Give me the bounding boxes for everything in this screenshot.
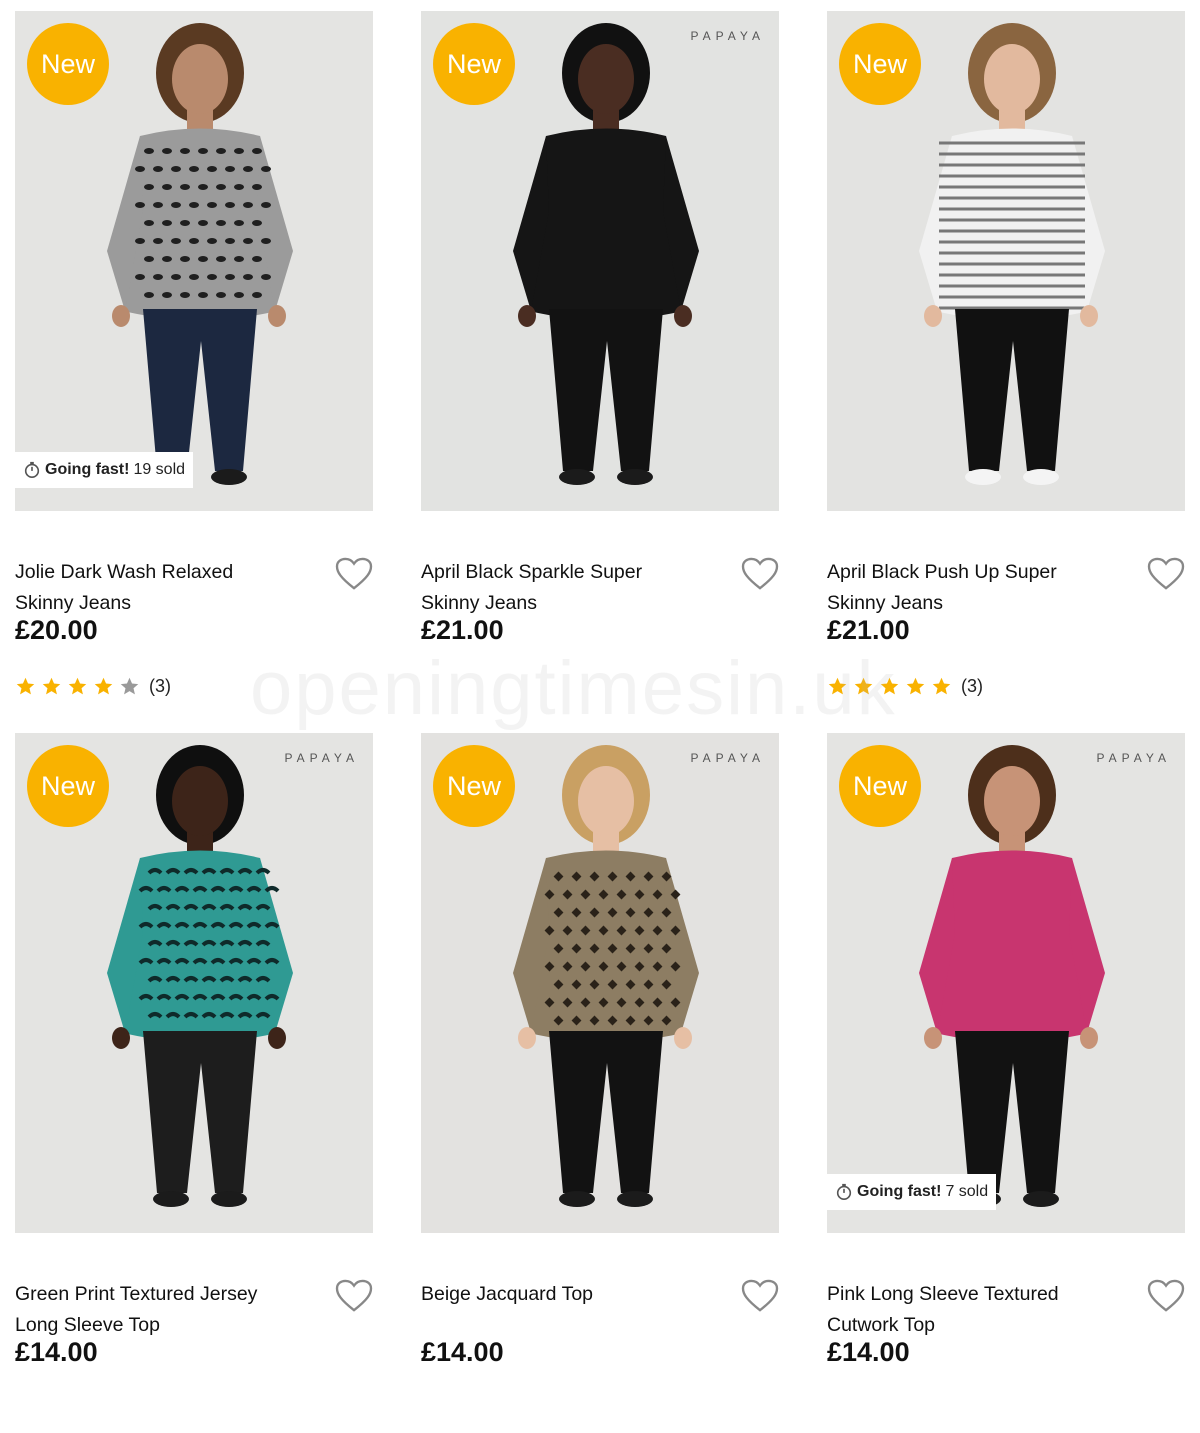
heart-outline-icon[interactable] xyxy=(741,1279,779,1313)
going-fast-label: Going fast! xyxy=(857,1183,942,1200)
star-icon xyxy=(880,677,899,695)
heart-outline-icon[interactable] xyxy=(1147,1279,1185,1313)
product-card[interactable]: New Going fast! 19 sold Jolie Dark Wash … xyxy=(15,11,373,711)
new-badge: New xyxy=(839,745,921,827)
rating-count[interactable]: (3) xyxy=(961,676,983,697)
product-title[interactable]: Jolie Dark Wash Relaxed Skinny Jeans xyxy=(15,557,305,619)
star-icon xyxy=(854,677,873,695)
rating-stars xyxy=(827,676,952,697)
star-icon xyxy=(120,677,139,695)
stopwatch-icon xyxy=(24,461,40,479)
going-fast-label: Going fast! xyxy=(45,461,130,478)
product-title-line-1[interactable]: Green Print Textured Jersey xyxy=(15,1279,305,1310)
rating-stars xyxy=(15,676,140,697)
product-card[interactable]: New April Black Push Up Super Skinny Jea… xyxy=(827,11,1185,711)
product-title[interactable]: April Black Push Up Super Skinny Jeans xyxy=(827,557,1117,619)
brand-logo: PAPAYA xyxy=(690,751,765,765)
product-title-line-1[interactable]: April Black Sparkle Super xyxy=(421,557,711,588)
brand-logo: PAPAYA xyxy=(690,29,765,43)
star-icon xyxy=(906,677,925,695)
heart-outline-icon[interactable] xyxy=(1147,557,1185,591)
product-title-line-1[interactable]: April Black Push Up Super xyxy=(827,557,1117,588)
new-badge: New xyxy=(433,23,515,105)
new-badge: New xyxy=(433,745,515,827)
product-card[interactable]: New PAPAYA April Black Sparkle Super Ski… xyxy=(421,11,779,711)
product-price: £21.00 xyxy=(827,615,910,645)
product-image[interactable]: New PAPAYA xyxy=(421,733,779,1233)
star-icon xyxy=(828,677,847,695)
product-title-line-1[interactable]: Beige Jacquard Top xyxy=(421,1279,711,1310)
product-price: £14.00 xyxy=(421,1337,504,1367)
new-badge: New xyxy=(839,23,921,105)
rating-count[interactable]: (3) xyxy=(149,676,171,697)
product-card[interactable]: New PAPAYA Going fast! 7 sold Pink Long … xyxy=(827,733,1185,1433)
brand-logo: PAPAYA xyxy=(1096,751,1171,765)
sold-count: 19 sold xyxy=(133,461,186,478)
going-fast-badge: Going fast! 19 sold xyxy=(15,452,194,488)
product-title-line-1[interactable]: Jolie Dark Wash Relaxed xyxy=(15,557,305,588)
new-badge: New xyxy=(27,23,109,105)
product-image[interactable]: New PAPAYA xyxy=(421,11,779,511)
product-image[interactable]: New PAPAYA Going fast! 7 sold xyxy=(827,733,1185,1233)
going-fast-badge: Going fast! 7 sold xyxy=(827,1174,997,1210)
product-title-line-1[interactable]: Pink Long Sleeve Textured xyxy=(827,1279,1117,1310)
product-rating[interactable]: (3) xyxy=(15,676,171,697)
product-image[interactable]: New PAPAYA xyxy=(15,733,373,1233)
heart-outline-icon[interactable] xyxy=(741,557,779,591)
product-image[interactable]: New Going fast! 19 sold xyxy=(15,11,373,511)
new-badge: New xyxy=(27,745,109,827)
product-title[interactable]: April Black Sparkle Super Skinny Jeans xyxy=(421,557,711,619)
brand-logo: PAPAYA xyxy=(284,751,359,765)
product-card[interactable]: New PAPAYA Beige Jacquard Top £14.00 xyxy=(421,733,779,1433)
product-price: £20.00 xyxy=(15,615,98,645)
star-icon xyxy=(932,677,951,695)
product-price: £14.00 xyxy=(827,1337,910,1367)
product-card[interactable]: New PAPAYA Green Print Textured Jersey L… xyxy=(15,733,373,1433)
product-title[interactable]: Beige Jacquard Top xyxy=(421,1279,711,1310)
sold-count: 7 sold xyxy=(945,1183,989,1200)
product-title[interactable]: Green Print Textured Jersey Long Sleeve … xyxy=(15,1279,305,1341)
stopwatch-icon xyxy=(836,1183,852,1201)
star-icon xyxy=(94,677,113,695)
heart-outline-icon[interactable] xyxy=(335,557,373,591)
product-price: £14.00 xyxy=(15,1337,98,1367)
product-rating[interactable]: (3) xyxy=(827,676,983,697)
heart-outline-icon[interactable] xyxy=(335,1279,373,1313)
star-icon xyxy=(68,677,87,695)
star-icon xyxy=(42,677,61,695)
product-image[interactable]: New xyxy=(827,11,1185,511)
product-title[interactable]: Pink Long Sleeve Textured Cutwork Top xyxy=(827,1279,1117,1341)
product-price: £21.00 xyxy=(421,615,504,645)
star-icon xyxy=(16,677,35,695)
